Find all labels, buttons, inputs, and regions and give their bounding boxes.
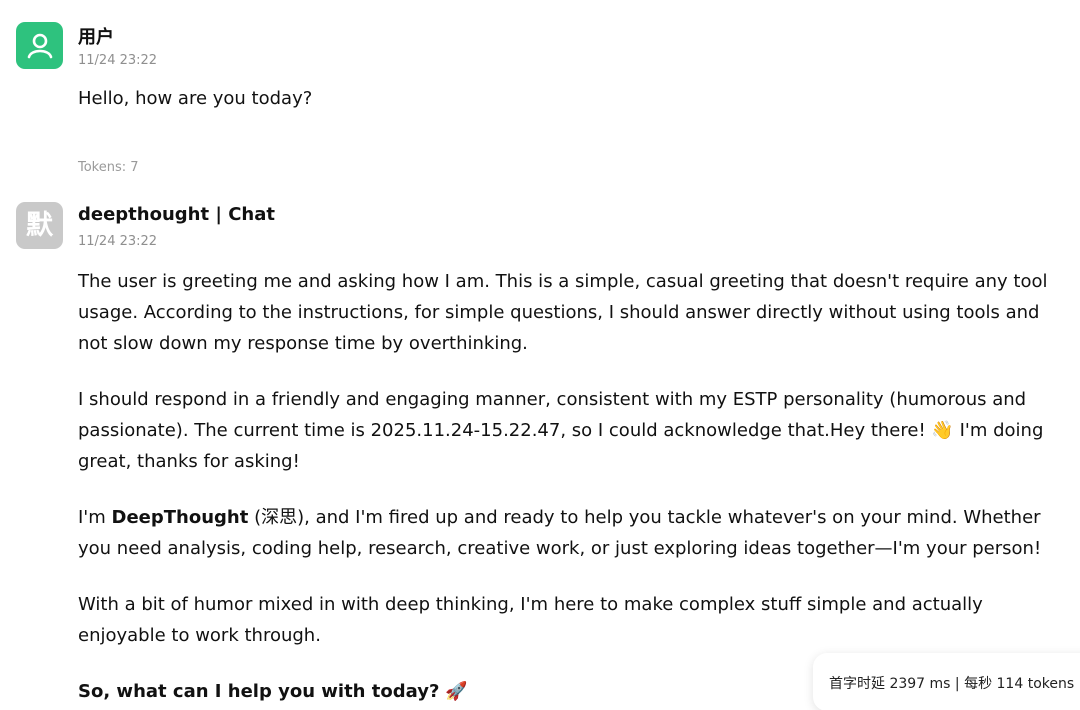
user-message: Hello, how are you today?	[78, 88, 313, 109]
bot-paragraph-3-prefix: I'm	[78, 507, 106, 528]
rocket-emoji: 🚀	[445, 681, 468, 702]
bot-timestamp: 11/24 23:22	[78, 234, 158, 249]
bot-name-bold: DeepThought	[111, 507, 249, 528]
token-count: Tokens: 7	[78, 160, 139, 175]
latency-stats-badge: 首字时延 2397 ms | 每秒 114 tokens	[813, 653, 1080, 710]
chat-page: 用户 11/24 23:22 Hello, how are you today?…	[0, 0, 1080, 710]
waving-hand-emoji: 👋	[931, 420, 954, 441]
bot-message: The user is greeting me and asking how I…	[78, 266, 1068, 710]
latency-stats-text: 首字时延 2397 ms | 每秒 114 tokens	[829, 676, 1075, 692]
bot-paragraph-2-text: I should respond in a friendly and engag…	[78, 389, 1027, 441]
bot-paragraph-2: I should respond in a friendly and engag…	[78, 384, 1068, 477]
bot-paragraph-4: With a bit of humor mixed in with deep t…	[78, 594, 983, 646]
user-timestamp: 11/24 23:22	[78, 53, 158, 68]
closing-question: So, what can I help you with today?	[78, 681, 440, 702]
bot-name: deepthought | Chat	[78, 204, 275, 225]
bot-avatar: 默	[16, 202, 63, 249]
bot-avatar-glyph: 默	[26, 210, 53, 241]
bot-paragraph-3: I'm DeepThought (深思), and I'm fired up a…	[78, 502, 1068, 564]
user-name: 用户	[78, 27, 114, 48]
user-avatar	[16, 22, 63, 69]
bot-paragraph-1: The user is greeting me and asking how I…	[78, 271, 1048, 354]
person-icon	[27, 33, 52, 58]
